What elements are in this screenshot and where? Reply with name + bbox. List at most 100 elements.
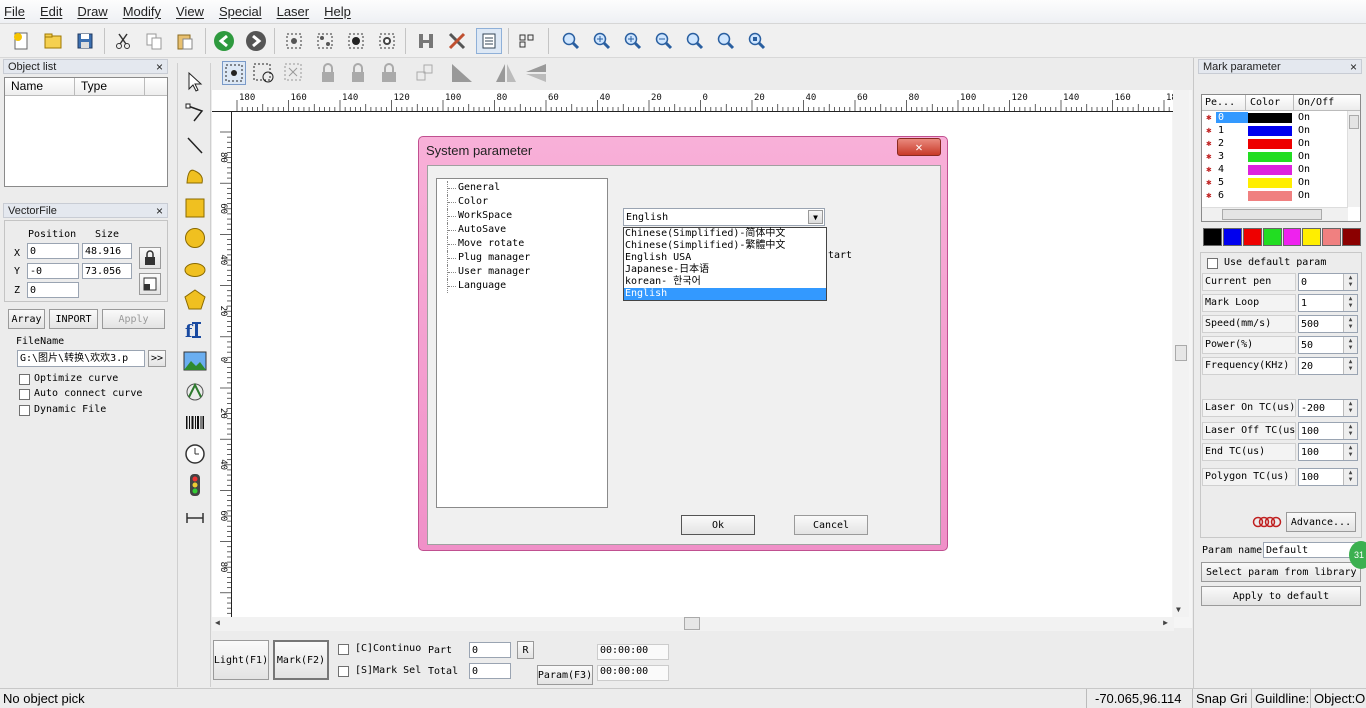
menu-file[interactable]: File [4,4,25,19]
copy-icon[interactable] [141,28,167,54]
column-type[interactable]: Type [75,78,145,95]
pen-color-swatch[interactable] [1248,138,1292,149]
menu-draw[interactable]: Draw [77,4,107,19]
rectangle-tool-icon[interactable] [184,197,206,222]
bitmap-tool-icon[interactable] [183,351,207,374]
palette-swatch[interactable] [1242,228,1262,246]
pen-state[interactable]: On [1298,125,1310,136]
use-default-param-checkbox[interactable] [1207,258,1218,269]
zoom-selected-icon[interactable] [713,28,739,54]
pen-column-onoff[interactable]: On/Off [1294,95,1344,110]
timer-tool-icon[interactable] [184,443,206,468]
z-position-input[interactable]: 0 [27,282,79,298]
auto-connect-checkbox[interactable] [19,389,30,400]
pen-row[interactable]: ✱ 2 On [1202,137,1360,150]
object-list[interactable]: Name Type [4,77,168,187]
pen-list[interactable]: Pe... Color On/Off ✱ 0 On ✱ 1 On ✱ 2 On ✱ 3 On ✱ 4 On ✱… [1201,94,1361,222]
param-button[interactable]: Param(F3) [537,665,593,685]
edit-node-icon[interactable] [222,61,246,85]
dynamic-file-checkbox[interactable] [19,405,30,416]
language-options-list[interactable]: Chinese(Simplified)-简体中文 Chinese(Simplifi… [623,227,827,301]
spinner-icon[interactable]: ▲ ▼ [1343,295,1357,311]
polygon-tool-icon[interactable] [184,289,206,314]
spinner-icon[interactable]: ▲ ▼ [1343,444,1357,460]
spinner-icon[interactable]: ▲ ▼ [1343,337,1357,353]
undo-icon[interactable] [211,28,237,54]
part-input[interactable]: 0 [469,642,511,658]
flip-diagonal-icon[interactable] [450,62,474,87]
laser-rings-icon[interactable] [1252,515,1282,529]
zoom-icon[interactable] [558,28,584,54]
cancel-button[interactable]: Cancel [794,515,868,535]
tree-item-color[interactable]: Color [447,195,607,209]
pen-column-color[interactable]: Color [1246,95,1294,110]
tree-item-workspace[interactable]: WorkSpace [447,209,607,223]
language-option[interactable]: Japanese-日本语 [624,264,826,276]
param-input[interactable]: 500 ▲ ▼ [1298,315,1358,333]
spinner-icon[interactable]: ▲ ▼ [1343,274,1357,290]
tree-item-plug-manager[interactable]: Plug manager [447,251,607,265]
select-group-icon[interactable] [374,28,400,54]
palette-swatch[interactable] [1322,228,1342,246]
menu-special[interactable]: Special [219,4,262,19]
advance-button[interactable]: Advance... [1286,512,1356,532]
status-guideline[interactable]: Guildline: [1251,689,1310,708]
mirror-horizontal-icon[interactable] [494,62,518,87]
zoom-out-icon[interactable] [651,28,677,54]
menu-laser[interactable]: Laser [277,4,310,19]
pen-color-swatch[interactable] [1248,190,1292,201]
light-button[interactable]: Light(F1) [213,640,269,680]
circle-tool-icon[interactable] [184,227,206,252]
line-tool-icon[interactable] [184,135,206,160]
array-button[interactable]: Array [8,309,45,329]
pen-color-swatch[interactable] [1248,177,1292,188]
apply-button[interactable]: Apply [102,309,165,329]
ungroup-icon[interactable] [312,28,338,54]
ellipse-tool-icon[interactable] [184,259,206,284]
spinner-icon[interactable]: ▲ ▼ [1343,358,1357,374]
browse-button[interactable]: >> [148,350,166,367]
param-input[interactable]: 100 ▲ ▼ [1298,422,1358,440]
pen-row[interactable]: ✱ 5 On [1202,176,1360,189]
object-list-close-icon[interactable]: × [156,60,163,74]
horizontal-scrollbar[interactable]: ◀ ▶ [212,617,1174,631]
x-position-input[interactable]: 0 [27,243,79,259]
paste-icon[interactable] [172,28,198,54]
param-input[interactable]: 50 ▲ ▼ [1298,336,1358,354]
edit-rotate-icon[interactable] [252,61,276,85]
chevron-down-icon[interactable]: ▼ [808,210,823,224]
palette-swatch[interactable] [1342,228,1361,246]
mirror-vertical-icon[interactable] [524,62,548,87]
tree-item-autosave[interactable]: AutoSave [447,223,607,237]
lock-object-icon[interactable] [318,62,338,87]
vectorfile-close-icon[interactable]: × [156,204,163,218]
palette-swatch[interactable] [1203,228,1222,246]
zoom-all-icon[interactable] [620,28,646,54]
pen-list-hscroll[interactable] [1202,207,1348,221]
pen-list-vscroll-thumb[interactable] [1349,115,1359,129]
node-tool-icon[interactable] [184,103,206,128]
pen-state[interactable]: On [1298,138,1310,149]
pen-state[interactable]: On [1298,177,1310,188]
language-option[interactable]: English USA [624,252,826,264]
pen-color-swatch[interactable] [1248,164,1292,175]
dialog-close-button[interactable]: ✕ [897,138,941,156]
zoom-in-icon[interactable] [589,28,615,54]
tree-item-language[interactable]: Language [447,279,607,293]
redo-icon[interactable] [243,28,269,54]
spinner-icon[interactable]: ▲ ▼ [1343,316,1357,332]
pen-row[interactable]: ✱ 3 On [1202,150,1360,163]
layout-icon[interactable] [514,28,540,54]
total-input[interactable]: 0 [469,663,511,679]
pen-list-hscroll-thumb[interactable] [1222,209,1322,220]
scroll-left-arrow-icon[interactable]: ◀ [215,618,220,627]
param-input[interactable]: -200 ▲ ▼ [1298,399,1358,417]
ok-button[interactable]: Ok [681,515,755,535]
group-icon[interactable] [281,28,307,54]
palette-swatch[interactable] [1222,228,1242,246]
text-tool-icon[interactable]: f [184,319,206,344]
pen-state[interactable]: On [1298,190,1310,201]
lock-ratio-button[interactable] [139,247,161,269]
tree-item-move-rotate[interactable]: Move rotate [447,237,607,251]
spinner-icon[interactable]: ▲ ▼ [1343,469,1357,485]
